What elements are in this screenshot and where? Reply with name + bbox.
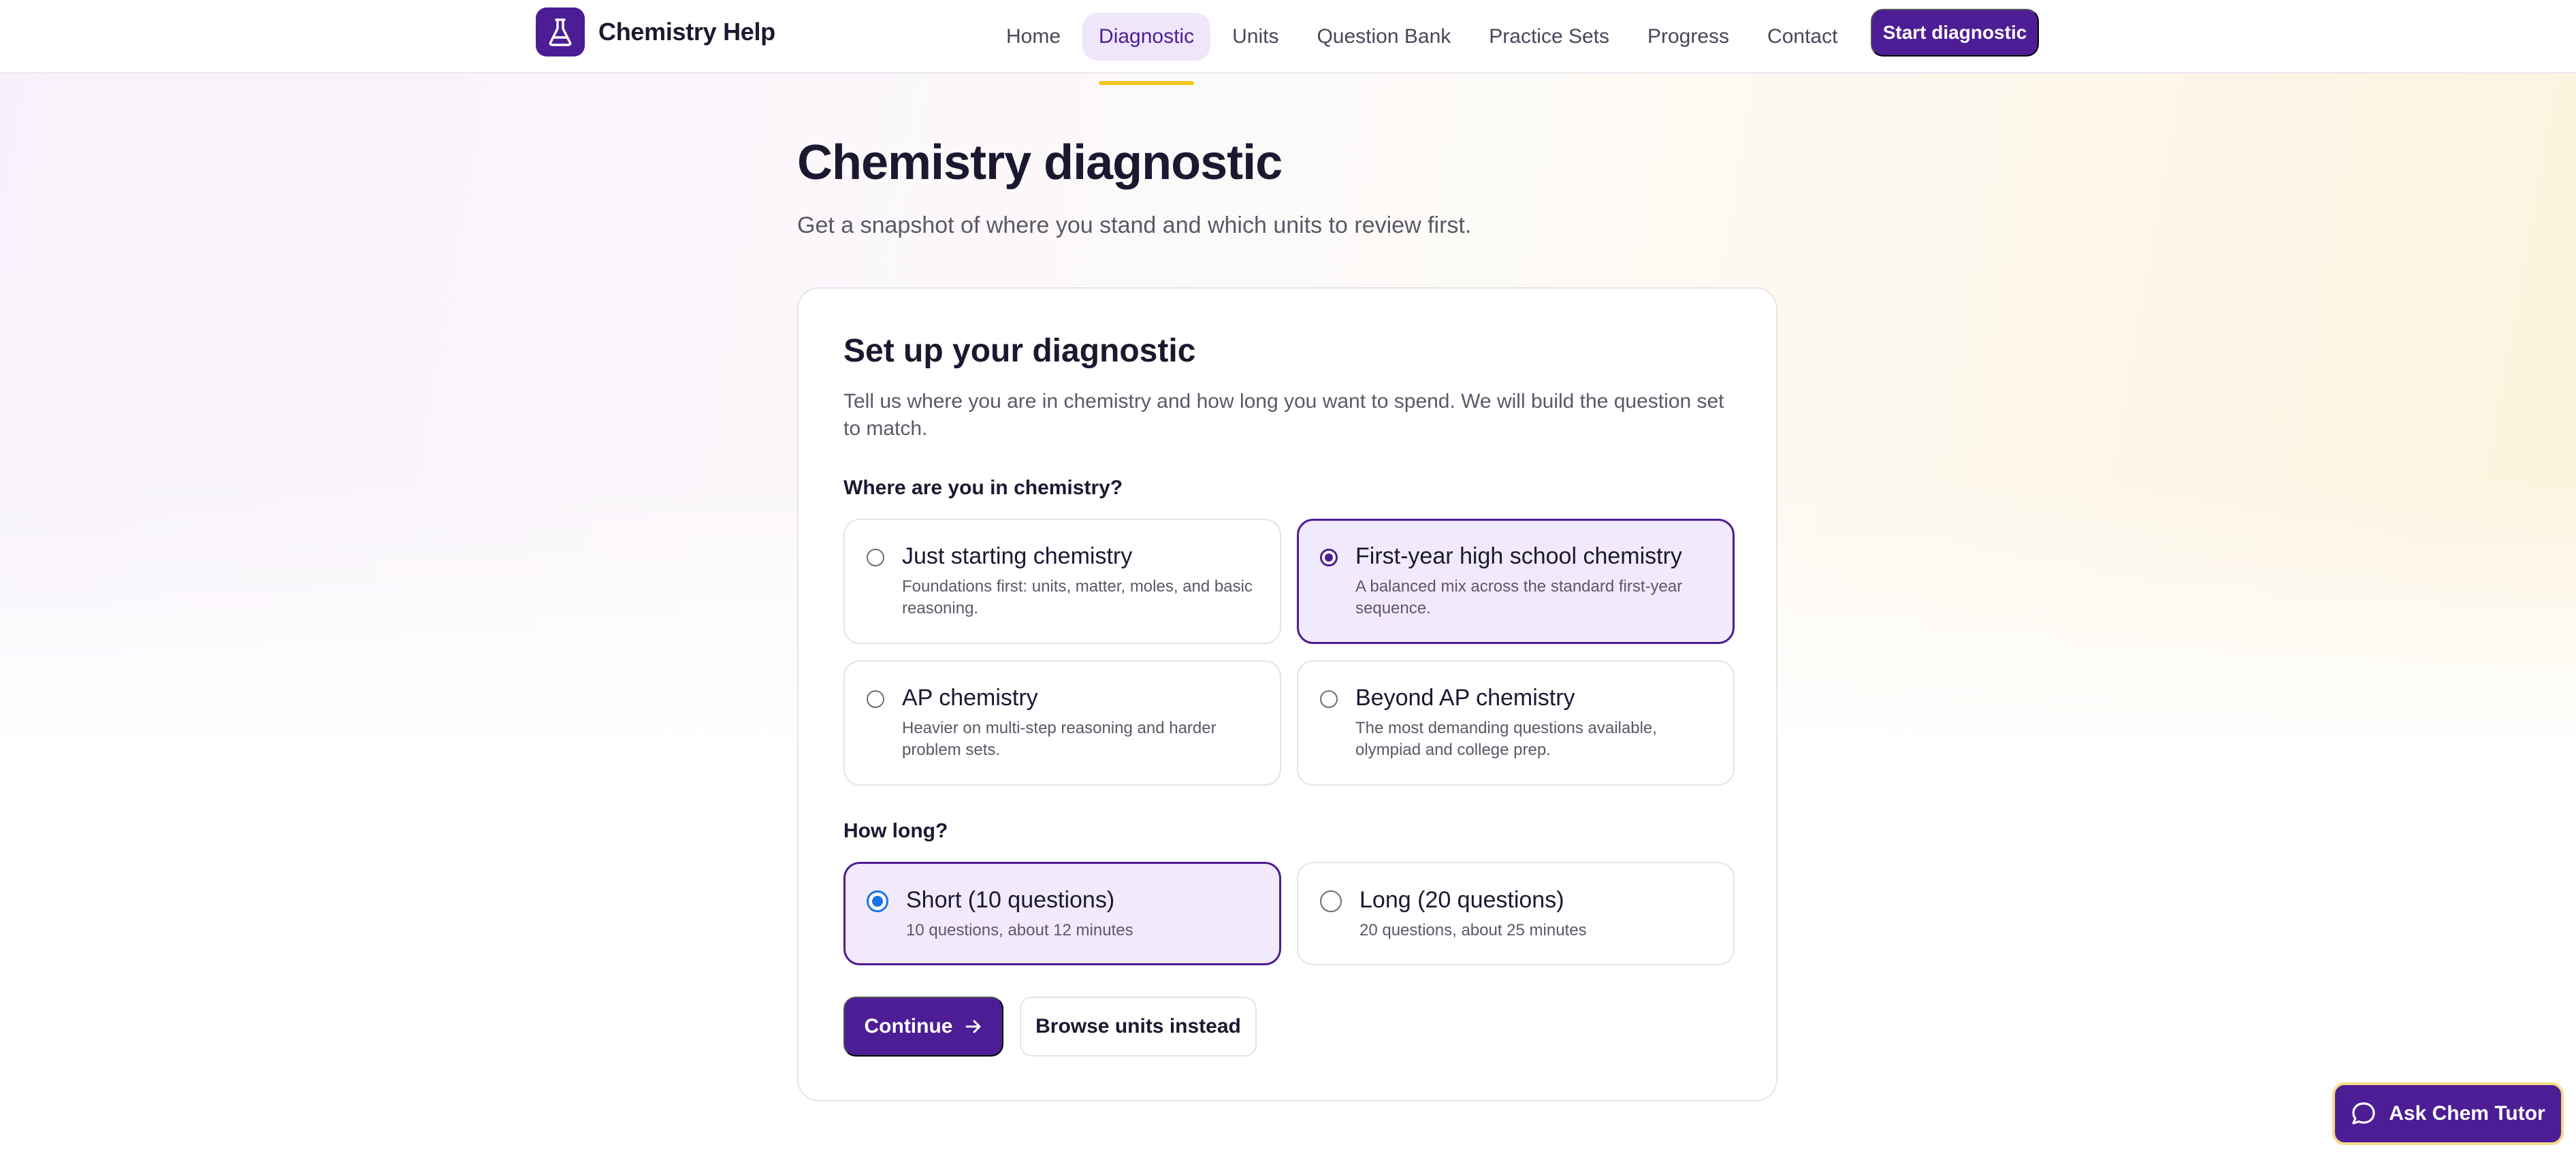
length-option-long[interactable]: Long (20 questions) 20 questions, about …	[1297, 862, 1735, 965]
radio-button[interactable]	[867, 690, 884, 708]
continue-label: Continue	[864, 1015, 953, 1037]
nav-progress[interactable]: Progress	[1631, 13, 1745, 61]
length-option-short[interactable]: Short (10 questions) 10 questions, about…	[843, 862, 1281, 965]
card-title: Set up your diagnostic	[843, 333, 1196, 369]
option-description: The most demanding questions available, …	[1355, 719, 1657, 759]
diagnostic-setup-card: Set up your diagnostic Tell us where you…	[797, 287, 1777, 1101]
option-description: 20 questions, about 25 minutes	[1359, 921, 1587, 939]
level-option-first-year[interactable]: First-year high school chemistry A balan…	[1297, 519, 1735, 644]
chat-bubble-icon	[2351, 1101, 2377, 1127]
option-description: Heavier on multi-step reasoning and hard…	[902, 719, 1217, 759]
flask-icon	[536, 7, 585, 57]
radio-button-checked[interactable]	[1320, 549, 1338, 566]
top-navigation: Chemistry Help Home Diagnostic Units Que…	[0, 0, 2576, 85]
length-question-label: How long?	[843, 820, 948, 842]
nav-question-bank[interactable]: Question Bank	[1300, 13, 1467, 61]
ask-chem-tutor-button[interactable]: Ask Chem Tutor	[2332, 1082, 2564, 1145]
card-description: Tell us where you are in chemistry and h…	[843, 390, 1724, 440]
level-option-just-starting[interactable]: Just starting chemistry Foundations firs…	[843, 519, 1281, 644]
radio-button[interactable]	[867, 549, 884, 566]
arrow-right-icon	[965, 1018, 982, 1035]
nav-home[interactable]: Home	[990, 13, 1077, 61]
option-title: AP chemistry	[902, 685, 1038, 711]
radio-button[interactable]	[1320, 890, 1342, 912]
page-title: Chemistry diagnostic	[797, 135, 1283, 190]
option-title: Just starting chemistry	[902, 543, 1133, 569]
brand-name: Chemistry Help	[598, 18, 775, 46]
main-nav: Home Diagnostic Units Question Bank Prac…	[990, 0, 1859, 85]
browse-units-button[interactable]: Browse units instead	[1020, 997, 1257, 1057]
start-diagnostic-button[interactable]: Start diagnostic	[1871, 9, 2039, 57]
option-title: Long (20 questions)	[1359, 887, 1564, 913]
option-title: Short (10 questions)	[906, 887, 1115, 913]
level-question-label: Where are you in chemistry?	[843, 477, 1123, 499]
option-title: Beyond AP chemistry	[1355, 685, 1575, 711]
brand[interactable]: Chemistry Help	[536, 7, 775, 57]
level-option-beyond-ap[interactable]: Beyond AP chemistry The most demanding q…	[1297, 660, 1735, 786]
radio-button-checked[interactable]	[867, 890, 888, 912]
level-option-ap[interactable]: AP chemistry Heavier on multi-step reaso…	[843, 660, 1281, 786]
nav-contact[interactable]: Contact	[1751, 13, 1854, 61]
continue-button[interactable]: Continue	[843, 997, 1003, 1057]
option-description: A balanced mix across the standard first…	[1355, 577, 1683, 617]
tutor-label: Ask Chem Tutor	[2389, 1102, 2545, 1125]
option-description: Foundations first: units, matter, moles,…	[902, 577, 1253, 617]
option-title: First-year high school chemistry	[1355, 543, 1682, 569]
option-description: 10 questions, about 12 minutes	[906, 921, 1133, 939]
nav-diagnostic[interactable]: Diagnostic	[1082, 13, 1211, 85]
nav-practice-sets[interactable]: Practice Sets	[1472, 13, 1626, 61]
page-subtitle: Get a snapshot of where you stand and wh…	[797, 212, 1472, 238]
nav-units[interactable]: Units	[1216, 13, 1295, 61]
radio-button[interactable]	[1320, 690, 1338, 708]
